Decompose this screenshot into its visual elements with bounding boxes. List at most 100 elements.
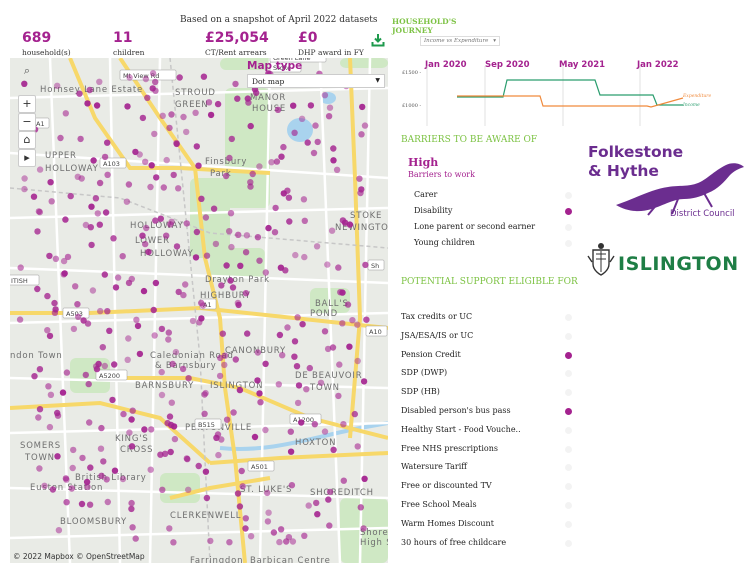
zoom-in-button[interactable]: + bbox=[18, 95, 36, 113]
household-dot bbox=[202, 468, 210, 475]
list-item[interactable]: Tax credits or UC bbox=[401, 312, 472, 321]
household-dot bbox=[330, 157, 337, 164]
household-dot bbox=[129, 524, 136, 531]
household-dot bbox=[301, 532, 308, 539]
download-icon[interactable] bbox=[371, 33, 385, 47]
household-dot bbox=[329, 344, 337, 351]
household-dot bbox=[232, 80, 239, 88]
household-dot bbox=[234, 299, 242, 307]
household-dot bbox=[249, 170, 256, 178]
household-dot bbox=[354, 357, 361, 365]
household-dot bbox=[219, 330, 226, 337]
household-dot bbox=[321, 92, 329, 99]
household-dot bbox=[289, 538, 297, 545]
household-dot bbox=[195, 462, 202, 470]
household-dot bbox=[214, 431, 222, 438]
household-dot bbox=[237, 262, 244, 269]
household-dot bbox=[99, 344, 107, 351]
list-item[interactable]: Young children bbox=[414, 238, 475, 247]
household-dot bbox=[317, 379, 325, 386]
household-dot bbox=[230, 409, 237, 416]
household-dot bbox=[45, 383, 52, 390]
park-area bbox=[210, 248, 265, 278]
household-dot bbox=[333, 166, 341, 173]
journey-select[interactable]: Income vs Expenditure ▾ bbox=[420, 36, 500, 46]
household-dot bbox=[163, 156, 170, 164]
household-dot bbox=[142, 158, 149, 165]
list-item[interactable]: Warm Homes Discount bbox=[401, 519, 494, 528]
list-item[interactable]: Free NHS prescriptions bbox=[401, 444, 498, 453]
household-dot bbox=[106, 327, 113, 334]
household-dot bbox=[200, 73, 208, 80]
household-dot bbox=[158, 368, 165, 376]
list-item[interactable]: Free or discounted TV bbox=[401, 481, 492, 490]
household-dot bbox=[76, 90, 83, 97]
household-dot bbox=[112, 284, 120, 291]
household-dot bbox=[160, 184, 167, 191]
household-dot bbox=[86, 501, 94, 508]
place-label: Barbican Centre bbox=[250, 556, 331, 563]
household-dot bbox=[303, 386, 310, 393]
household-dot bbox=[346, 221, 354, 228]
list-item[interactable]: Watersure Tariff bbox=[401, 462, 467, 471]
household-dot bbox=[92, 195, 100, 202]
household-dot bbox=[291, 353, 298, 360]
kpi-value: £0 bbox=[298, 30, 318, 46]
list-item[interactable]: SDP (HB) bbox=[401, 387, 440, 396]
journey-chart[interactable] bbox=[415, 66, 695, 126]
household-dot bbox=[282, 267, 289, 274]
list-item[interactable]: Disabled person's bus pass bbox=[401, 406, 511, 415]
household-dot bbox=[111, 361, 118, 368]
household-dot bbox=[212, 240, 220, 248]
household-dot bbox=[192, 254, 200, 261]
household-dot bbox=[326, 488, 334, 496]
map-type-select[interactable]: Dot map ▼ bbox=[247, 74, 385, 88]
kpi-households: 689 household(s) bbox=[22, 30, 71, 57]
list-item[interactable]: Pension Credit bbox=[401, 350, 461, 359]
household-dot bbox=[182, 281, 189, 288]
household-dot bbox=[101, 362, 109, 370]
list-item[interactable]: Carer bbox=[414, 190, 437, 199]
household-dot bbox=[104, 308, 111, 315]
map-canvas[interactable]: Hornsey Lane Estate STROUDGREENMANORHOUSE… bbox=[10, 58, 388, 563]
household-dot bbox=[142, 75, 150, 83]
household-dot bbox=[90, 157, 97, 164]
household-dot bbox=[55, 527, 63, 534]
household-dot bbox=[205, 99, 213, 106]
household-dot bbox=[62, 110, 69, 117]
household-dot bbox=[339, 217, 347, 224]
household-dot bbox=[354, 321, 361, 328]
household-dot bbox=[335, 392, 342, 400]
list-item[interactable]: 30 hours of free childcare bbox=[401, 538, 506, 547]
household-dot bbox=[100, 458, 107, 465]
household-dot bbox=[159, 486, 166, 493]
household-dot bbox=[330, 145, 337, 152]
play-icon[interactable]: ▸ bbox=[18, 149, 36, 167]
zoom-out-button[interactable]: − bbox=[18, 113, 36, 131]
household-dot bbox=[173, 243, 181, 250]
indicator-dot bbox=[565, 192, 572, 199]
household-dot bbox=[287, 448, 295, 455]
household-dot bbox=[314, 511, 321, 518]
map[interactable]: Hornsey Lane Estate STROUD GREEN MANOR HOUSE… bbox=[10, 58, 388, 563]
list-item[interactable]: SDP (DWP) bbox=[401, 368, 447, 377]
list-item[interactable]: Healthy Start - Food Vouche.. bbox=[401, 425, 521, 434]
household-dot bbox=[295, 382, 303, 389]
indicator-dot bbox=[565, 370, 572, 378]
journey-select-value: Income vs Expenditure bbox=[424, 38, 489, 44]
home-icon[interactable]: ⌂ bbox=[18, 131, 36, 149]
household-dot bbox=[102, 209, 110, 216]
household-dot bbox=[142, 240, 149, 248]
household-dot bbox=[270, 529, 278, 536]
household-dot bbox=[128, 275, 135, 283]
search-icon[interactable]: ⌕ bbox=[18, 64, 36, 78]
household-dot bbox=[228, 135, 235, 143]
household-dot bbox=[21, 80, 28, 87]
household-dot bbox=[361, 122, 369, 129]
household-dot bbox=[170, 171, 177, 179]
list-item[interactable]: Free School Meals bbox=[401, 500, 477, 509]
list-item[interactable]: JSA/ESA/IS or UC bbox=[401, 331, 473, 340]
list-item[interactable]: Lone parent or second earner bbox=[414, 222, 535, 231]
list-item[interactable]: Disability bbox=[414, 206, 452, 215]
road-label: A1 bbox=[36, 120, 45, 128]
